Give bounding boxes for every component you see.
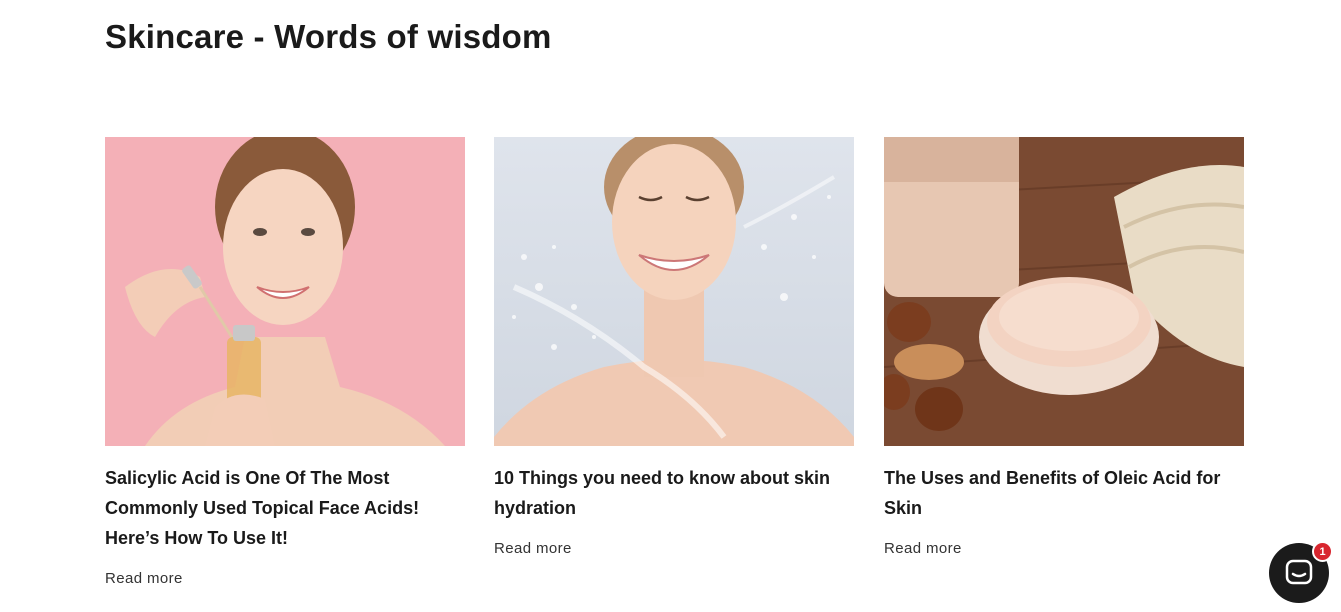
read-more-link[interactable]: Read more — [494, 540, 572, 557]
page: Skincare - Words of wisdom Salicylic Aci… — [0, 0, 1341, 612]
read-more-link[interactable]: Read more — [884, 540, 962, 557]
article-image-link[interactable] — [884, 137, 1244, 446]
woman-water-splash-image — [494, 137, 854, 446]
chat-bubble-icon — [1285, 559, 1313, 585]
scrub-jars-hazelnuts-image — [884, 137, 1244, 446]
article-image-link[interactable] — [494, 137, 854, 446]
read-more-link[interactable]: Read more — [105, 570, 183, 587]
article-image-link[interactable] — [105, 137, 465, 446]
article-title-link[interactable]: Salicylic Acid is One Of The Most Common… — [105, 463, 465, 553]
article-title-link[interactable]: The Uses and Benefits of Oleic Acid for … — [884, 463, 1244, 523]
woman-with-serum-dropper-image — [105, 137, 465, 446]
section-title: Skincare - Words of wisdom — [105, 18, 552, 55]
chat-notification-badge: 1 — [1312, 541, 1333, 562]
article-card: 10 Things you need to know about skin hy… — [494, 137, 854, 558]
article-title-link[interactable]: 10 Things you need to know about skin hy… — [494, 463, 854, 523]
article-card: The Uses and Benefits of Oleic Acid for … — [884, 137, 1244, 558]
article-card: Salicylic Acid is One Of The Most Common… — [105, 137, 465, 588]
